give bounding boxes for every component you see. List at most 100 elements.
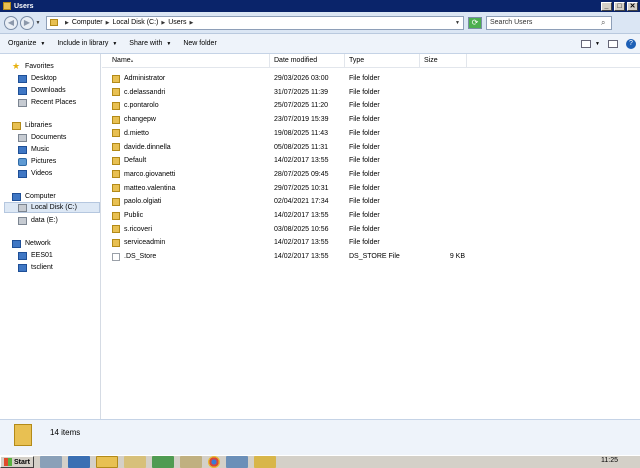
folder-icon bbox=[50, 19, 58, 26]
include-in-library-button[interactable]: Include in library ▼ bbox=[57, 40, 117, 47]
nav-label: Videos bbox=[31, 170, 53, 177]
documents-icon bbox=[18, 133, 27, 142]
file-name-cell: c.delassandri bbox=[102, 88, 270, 97]
details-pane: 14 items bbox=[0, 419, 640, 455]
explorer-icon[interactable] bbox=[95, 456, 118, 468]
search-input[interactable]: Search Users ⌕ bbox=[486, 15, 612, 30]
server-manager-icon[interactable] bbox=[39, 456, 62, 468]
chevron-right-icon[interactable]: ▶ bbox=[65, 20, 69, 26]
back-button[interactable]: ◀ bbox=[4, 15, 18, 30]
table-row[interactable]: davide.dinnella 05/08/2025 11:31 File fold… bbox=[102, 141, 640, 154]
file-name-cell: paolo.olgiati bbox=[102, 197, 270, 206]
chevron-right-icon[interactable]: ▶ bbox=[190, 20, 194, 26]
table-row[interactable]: c.delassandri 31/07/2025 11:39 File folder bbox=[102, 86, 640, 99]
recent-pages-dropdown[interactable]: ▼ bbox=[34, 20, 42, 26]
file-name-cell: matteo.valentina bbox=[102, 184, 270, 193]
table-row[interactable]: Administrator 29/03/2026 03:00 File folder bbox=[102, 72, 640, 85]
app-icon[interactable] bbox=[123, 456, 146, 468]
help-icon[interactable]: ? bbox=[626, 38, 636, 49]
column-header-date[interactable]: Date modified bbox=[270, 54, 345, 68]
file-name: matteo.valentina bbox=[124, 184, 176, 192]
date-modified: 14/02/2017 13:55 bbox=[274, 253, 329, 261]
date-modified: 03/08/2025 10:56 bbox=[274, 225, 329, 233]
clock: 11:25 bbox=[601, 457, 618, 464]
file-name-cell: changepw bbox=[102, 115, 270, 124]
date-modified: 28/07/2025 09:45 bbox=[274, 170, 329, 178]
nav-label: Computer bbox=[25, 193, 56, 200]
folder-icon bbox=[112, 197, 120, 206]
column-headers: Name ▲ Date modified Type Size bbox=[102, 54, 640, 68]
address-field[interactable]: ▶ Computer ▶ Local Disk (C:) ▶ Users ▶ ▼ bbox=[46, 15, 464, 30]
nav-libraries[interactable]: Libraries bbox=[12, 120, 112, 131]
file-name: changepw bbox=[124, 116, 156, 124]
date-modified: 14/02/2017 13:55 bbox=[274, 212, 329, 219]
organize-label: Organize bbox=[8, 40, 37, 47]
app-icon[interactable] bbox=[151, 456, 174, 468]
nav-network[interactable]: Network bbox=[12, 238, 112, 249]
maximize-button[interactable]: □ bbox=[614, 1, 625, 11]
table-row[interactable]: s.ricoveri 03/08/2025 10:56 File folder bbox=[102, 223, 640, 236]
folder-icon bbox=[112, 211, 120, 220]
column-label: Name bbox=[112, 57, 131, 64]
table-row[interactable]: matteo.valentina 29/07/2025 10:31 File fol… bbox=[102, 182, 640, 195]
app-icon[interactable] bbox=[253, 456, 276, 468]
forward-button[interactable]: ▶ bbox=[20, 15, 34, 30]
new-folder-button[interactable]: New folder bbox=[183, 40, 216, 47]
table-row[interactable]: Public 14/02/2017 13:55 File folder bbox=[102, 209, 640, 222]
chevron-right-icon[interactable]: ▶ bbox=[161, 20, 165, 26]
chrome-icon[interactable] bbox=[207, 456, 220, 468]
folder-icon bbox=[112, 129, 120, 138]
chevron-right-icon[interactable]: ▶ bbox=[106, 20, 110, 26]
column-header-name[interactable]: Name ▲ bbox=[102, 54, 270, 68]
nav-computer[interactable]: Computer bbox=[12, 191, 112, 202]
powershell-icon[interactable] bbox=[67, 456, 90, 468]
column-header-type[interactable]: Type bbox=[345, 54, 420, 68]
date-modified: 19/08/2025 11:43 bbox=[274, 129, 328, 137]
app-icon[interactable] bbox=[225, 456, 248, 468]
table-row[interactable]: c.pontarolo 25/07/2025 11:20 File folder bbox=[102, 99, 640, 112]
file-type: DS_STORE File bbox=[349, 253, 400, 261]
computer-icon bbox=[12, 192, 21, 201]
table-row[interactable]: marco.giovanetti 28/07/2025 09:45 File fol… bbox=[102, 168, 640, 181]
view-options-icon[interactable] bbox=[581, 39, 592, 48]
share-label: Share with bbox=[129, 40, 163, 47]
address-dropdown[interactable]: ▼ bbox=[455, 20, 460, 26]
close-button[interactable]: ✕ bbox=[627, 1, 638, 11]
breadcrumb-users[interactable]: Users bbox=[168, 19, 186, 26]
nav-local-disk[interactable]: Local Disk (C:) bbox=[4, 202, 100, 213]
window-title: Users bbox=[14, 2, 34, 10]
nav-label: Documents bbox=[31, 134, 67, 141]
share-with-button[interactable]: Share with ▼ bbox=[129, 40, 171, 47]
table-row[interactable]: d.mietto 19/08/2025 11:43 File folder bbox=[102, 127, 640, 140]
folder-icon bbox=[112, 143, 120, 151]
downloads-icon bbox=[18, 86, 27, 95]
windows-logo-icon bbox=[4, 458, 12, 466]
nav-favorites[interactable]: ★ Favorites bbox=[12, 61, 112, 72]
table-row[interactable]: serviceadmin 14/02/2017 13:55 File folder bbox=[102, 236, 640, 249]
table-row[interactable]: changepw 23/07/2019 15:39 File folder bbox=[102, 113, 640, 126]
date-modified: 14/02/2017 13:55 bbox=[274, 157, 329, 165]
table-row[interactable]: Default 14/02/2017 13:55 File folder bbox=[102, 154, 640, 167]
date-modified: 23/07/2019 15:39 bbox=[274, 116, 329, 124]
app-icon[interactable] bbox=[179, 456, 202, 468]
folder-icon bbox=[112, 170, 120, 179]
title-bar: Users _ □ ✕ bbox=[0, 0, 640, 12]
refresh-icon[interactable]: ⟳ bbox=[468, 16, 482, 29]
folder-icon bbox=[14, 424, 32, 446]
search-icon[interactable]: ⌕ bbox=[601, 18, 611, 28]
breadcrumb-computer[interactable]: Computer bbox=[72, 19, 103, 26]
preview-pane-icon[interactable] bbox=[608, 39, 618, 48]
nav-label: EES01 bbox=[31, 252, 53, 259]
file-name: d.mietto bbox=[124, 129, 149, 137]
file-name-cell: Administrator bbox=[102, 74, 270, 83]
column-header-size[interactable]: Size bbox=[420, 54, 467, 68]
organize-button[interactable]: Organize ▼ bbox=[8, 40, 45, 47]
chevron-down-icon[interactable]: ▼ bbox=[595, 41, 600, 47]
date-modified: 05/08/2025 11:31 bbox=[274, 143, 328, 151]
file-name-cell: serviceadmin bbox=[102, 238, 270, 247]
table-row[interactable]: .DS_Store 14/02/2017 13:55 DS_STORE File 9 … bbox=[102, 250, 640, 263]
breadcrumb-local-disk[interactable]: Local Disk (C:) bbox=[112, 19, 158, 26]
minimize-button[interactable]: _ bbox=[601, 1, 612, 11]
table-row[interactable]: paolo.olgiati 02/04/2021 17:34 File folder bbox=[102, 195, 640, 208]
start-button[interactable]: Start bbox=[0, 456, 34, 468]
